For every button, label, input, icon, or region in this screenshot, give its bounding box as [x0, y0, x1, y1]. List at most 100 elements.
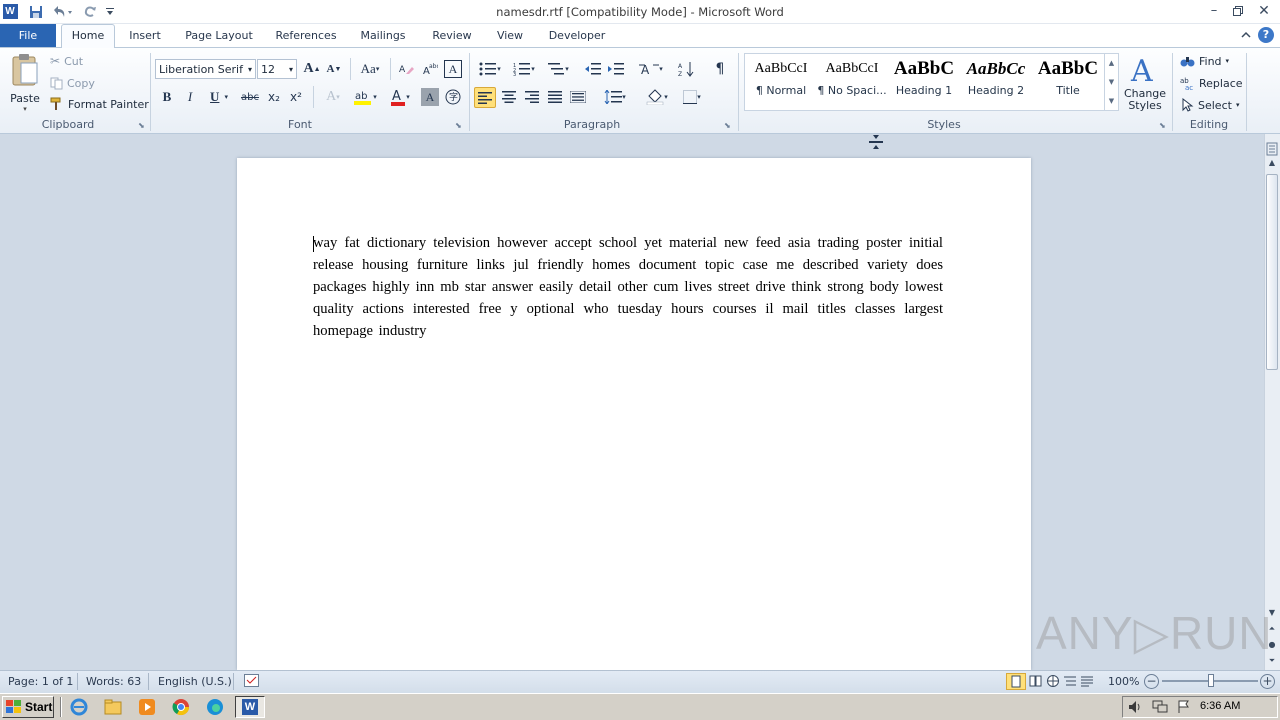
font-family-select[interactable]: Liberation Serif ▾: [155, 59, 256, 79]
find-button[interactable]: Find ▾: [1180, 53, 1229, 69]
tab-home[interactable]: Home: [61, 24, 115, 48]
numbering-button[interactable]: 1 2 3 ▾: [509, 60, 539, 78]
tab-file[interactable]: File: [0, 24, 56, 47]
asian-layout-button[interactable]: A ▾: [636, 60, 666, 78]
borders-button[interactable]: ▾: [677, 88, 707, 106]
split-handle-icon[interactable]: [869, 134, 883, 150]
increase-indent-icon[interactable]: [606, 60, 626, 78]
highlight-color-button[interactable]: ab ▾: [350, 88, 380, 106]
web-layout-icon[interactable]: [1046, 674, 1060, 689]
action-center-flag-icon[interactable]: [1176, 700, 1192, 714]
clock[interactable]: 6:36 AM: [1200, 700, 1240, 712]
align-right-icon[interactable]: [522, 88, 542, 106]
enclose-characters-icon[interactable]: 字: [444, 88, 462, 106]
zoom-slider-thumb[interactable]: [1208, 674, 1214, 687]
superscript-button[interactable]: x²: [287, 88, 305, 106]
styles-gallery-scroll[interactable]: ▲ ▼ ▼: [1104, 54, 1118, 110]
cut-button[interactable]: ✂ Cut: [50, 53, 83, 69]
font-color-button[interactable]: A ▾: [385, 88, 415, 106]
shading-button[interactable]: ▾: [642, 88, 672, 106]
show-formatting-marks-button[interactable]: ¶: [710, 60, 730, 78]
tab-references[interactable]: References: [270, 24, 342, 47]
align-center-icon[interactable]: [499, 88, 519, 106]
underline-button[interactable]: U ▾: [204, 88, 234, 106]
tab-page-layout[interactable]: Page Layout: [179, 24, 259, 47]
help-icon[interactable]: ?: [1258, 27, 1274, 43]
strikethrough-button[interactable]: abc: [239, 88, 261, 106]
print-layout-view-icon[interactable]: [1006, 673, 1026, 690]
start-button[interactable]: Start: [2, 696, 54, 718]
tab-review[interactable]: Review: [424, 24, 480, 47]
zoom-out-button[interactable]: −: [1144, 674, 1159, 689]
format-painter-button[interactable]: Format Painter: [50, 96, 149, 112]
internet-explorer-icon[interactable]: [68, 697, 90, 717]
minimize-ribbon-icon[interactable]: [1240, 29, 1252, 44]
document-body-text[interactable]: way fat dictionary television however ac…: [313, 232, 943, 342]
outline-view-icon[interactable]: [1063, 674, 1077, 689]
maximize-button[interactable]: [1228, 2, 1248, 20]
text-cursor: [313, 236, 314, 252]
text-effects-button[interactable]: A ▾: [320, 88, 346, 106]
media-player-icon[interactable]: [136, 697, 158, 717]
shrink-font-button[interactable]: A ▼: [325, 60, 343, 78]
draft-view-icon[interactable]: [1080, 674, 1094, 689]
word-count[interactable]: Words: 63: [86, 675, 141, 688]
style-no-spacing[interactable]: AaBbCcI ¶ No Spaci...: [816, 54, 888, 110]
volume-icon[interactable]: [1128, 700, 1144, 714]
zoom-in-button[interactable]: +: [1260, 674, 1275, 689]
tab-developer[interactable]: Developer: [541, 24, 613, 47]
edge-icon[interactable]: [204, 697, 226, 717]
font-size-select[interactable]: 12 ▾: [257, 59, 297, 79]
style-normal[interactable]: AaBbCcI ¶ Normal: [745, 54, 817, 110]
scrollbar-thumb[interactable]: [1266, 174, 1278, 370]
change-styles-button[interactable]: A Change Styles: [1122, 53, 1168, 115]
scroll-down-icon[interactable]: ▼: [1109, 78, 1114, 86]
bullets-button[interactable]: ▾: [475, 60, 505, 78]
character-border-icon[interactable]: A: [444, 60, 462, 78]
grow-font-button[interactable]: A ▲: [303, 60, 321, 78]
sort-icon[interactable]: AZ: [676, 60, 698, 78]
language-indicator[interactable]: English (U.S.): [158, 675, 232, 688]
page-count[interactable]: Page: 1 of 1: [8, 675, 73, 688]
ruler-toggle-icon[interactable]: [1266, 142, 1278, 156]
line-spacing-button[interactable]: ▾: [600, 88, 630, 106]
replace-button[interactable]: ab ac Replace: [1180, 75, 1243, 91]
character-shading-button[interactable]: A: [421, 88, 439, 106]
tab-insert[interactable]: Insert: [122, 24, 168, 47]
change-case-button[interactable]: Aa ▾: [356, 60, 384, 78]
align-left-button[interactable]: [474, 87, 496, 108]
scroll-up-arrow[interactable]: ▲: [1266, 158, 1278, 170]
bold-button[interactable]: B: [158, 88, 176, 106]
justify-icon[interactable]: [545, 88, 565, 106]
paragraph-launcher-icon[interactable]: ⬊: [724, 121, 731, 130]
full-screen-reading-icon[interactable]: [1029, 674, 1043, 689]
subscript-button[interactable]: x₂: [265, 88, 283, 106]
network-icon[interactable]: [1152, 700, 1168, 714]
style-heading-1[interactable]: AaBbC Heading 1: [888, 54, 960, 110]
minimize-button[interactable]: –: [1204, 2, 1224, 20]
zoom-level[interactable]: 100%: [1108, 675, 1139, 688]
word-taskbar-button[interactable]: W: [235, 696, 265, 718]
copy-button[interactable]: Copy: [50, 75, 95, 91]
scroll-up-icon[interactable]: ▲: [1109, 59, 1114, 67]
italic-button[interactable]: I: [181, 88, 199, 106]
paste-button[interactable]: Paste ▾: [6, 53, 44, 113]
distributed-icon[interactable]: [568, 88, 588, 106]
style-heading-2[interactable]: AaBbCc Heading 2: [960, 54, 1032, 110]
styles-launcher-icon[interactable]: ⬊: [1159, 121, 1166, 130]
select-button[interactable]: Select ▾: [1180, 97, 1239, 113]
more-styles-icon[interactable]: ▼: [1109, 97, 1114, 105]
file-explorer-icon[interactable]: [102, 697, 124, 717]
tab-view[interactable]: View: [490, 24, 530, 47]
phonetic-guide-icon[interactable]: Aabc: [420, 60, 440, 78]
clear-formatting-icon[interactable]: A: [397, 60, 417, 78]
tab-mailings[interactable]: Mailings: [353, 24, 413, 47]
font-launcher-icon[interactable]: ⬊: [455, 121, 462, 130]
style-title[interactable]: AaBbC Title: [1032, 54, 1104, 110]
close-button[interactable]: ✕: [1254, 2, 1274, 20]
multilevel-list-button[interactable]: ▾: [543, 60, 573, 78]
proofing-icon[interactable]: [244, 674, 259, 687]
decrease-indent-icon[interactable]: [583, 60, 603, 78]
clipboard-launcher-icon[interactable]: ⬊: [138, 121, 145, 130]
chrome-icon[interactable]: [170, 697, 192, 717]
